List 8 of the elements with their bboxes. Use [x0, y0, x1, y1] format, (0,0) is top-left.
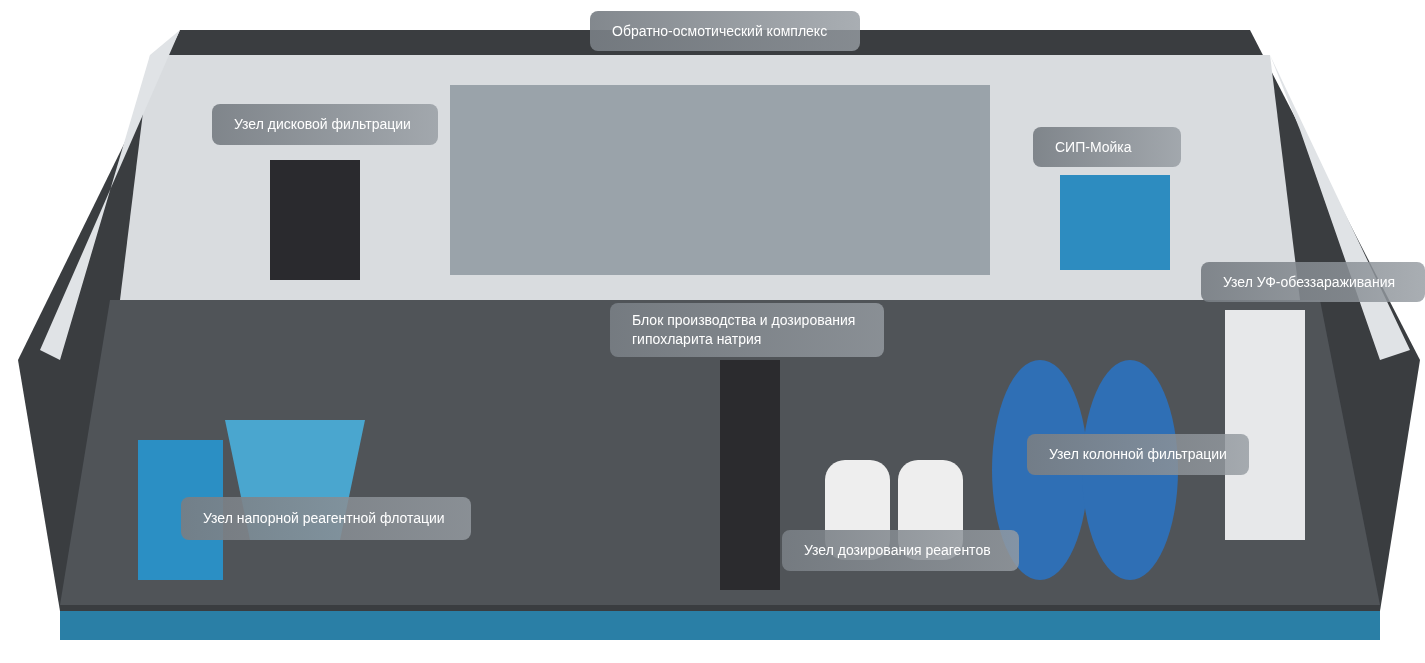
callout-label: СИП-Мойка	[1033, 127, 1181, 167]
callout-label: Узел УФ-обеззараживания	[1201, 262, 1425, 302]
callout-label: Обратно-осмотический комплекс	[590, 11, 860, 51]
callout-label: Узел дисковой фильтрации	[212, 104, 438, 145]
callout-label: Узел колонной фильтрации	[1027, 434, 1249, 475]
callout-label: Блок производства и дозирования гипохларита натрия	[610, 303, 884, 357]
callout-label: Узел напорной реагентной флотации	[181, 497, 471, 540]
callout-label: Узел дозирования реагентов	[782, 530, 1019, 571]
